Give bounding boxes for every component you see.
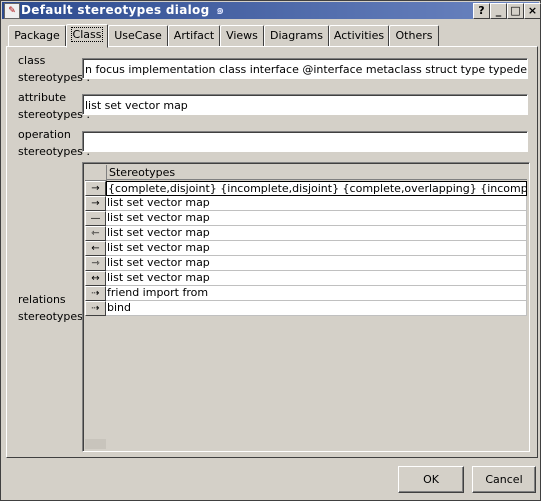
window-title: Default stereotypes dialog <box>21 3 210 17</box>
table-corner <box>85 165 107 181</box>
close-button[interactable]: × <box>524 3 541 19</box>
generalisation-arrow-icon[interactable]: → <box>85 181 106 196</box>
table-row[interactable]: friend import from <box>106 286 527 301</box>
operation-stereotypes-label: operation stereotypes : <box>18 126 90 160</box>
table-row[interactable]: bind <box>106 301 527 316</box>
tab-views[interactable]: Views <box>220 25 264 47</box>
class-stereotypes-label: class stereotypes : <box>18 52 90 86</box>
association-icon[interactable]: — <box>85 211 106 226</box>
realization-icon[interactable]: ⇢ <box>85 301 106 316</box>
relations-label-line1: relations <box>18 293 66 306</box>
table-row[interactable]: list set vector map <box>106 226 527 241</box>
composition-icon[interactable]: ← <box>85 241 106 256</box>
app-icon: ✎ <box>4 3 20 19</box>
tab-diagrams[interactable]: Diagrams <box>264 25 329 47</box>
operation-label-line1: operation <box>18 128 71 141</box>
table-empty-area <box>106 316 527 449</box>
operation-label-line2: stereotypes : <box>18 145 91 158</box>
maximize-button[interactable]: □ <box>507 3 524 19</box>
dialog-window: ✎ Default stereotypes dialog ๑ ? _ □ × P… <box>0 0 541 501</box>
tab-others-label: Others <box>395 29 433 42</box>
tab-activities-label: Activities <box>333 29 385 42</box>
tab-views-label: Views <box>226 29 258 42</box>
table-row[interactable]: {complete,disjoint} {incomplete,disjoint… <box>106 181 527 196</box>
tab-usecase-label: UseCase <box>114 29 162 42</box>
minimize-button[interactable]: _ <box>490 3 507 19</box>
bidirectional-association-icon[interactable]: ↔ <box>85 271 106 286</box>
directional-aggregation-icon[interactable]: ⇾ <box>85 256 106 271</box>
cancel-button[interactable]: Cancel <box>472 466 536 493</box>
ok-button[interactable]: OK <box>398 466 464 493</box>
tab-artifact[interactable]: Artifact <box>168 25 220 47</box>
table-gutter-empty <box>85 439 106 449</box>
class-label-line1: class <box>18 54 46 67</box>
swirl-icon: ๑ <box>216 3 225 18</box>
attribute-stereotypes-input[interactable]: list set vector map <box>82 94 528 115</box>
operation-stereotypes-input[interactable] <box>82 131 528 152</box>
attribute-label-line2: stereotypes : <box>18 108 91 121</box>
title-bar[interactable]: ✎ Default stereotypes dialog ๑ ? _ □ × <box>2 2 541 19</box>
tab-class-label: Class <box>70 27 104 42</box>
tab-artifact-label: Artifact <box>173 29 215 42</box>
tab-package-label: Package <box>14 29 60 42</box>
directional-association-icon[interactable]: → <box>85 196 106 211</box>
table-row[interactable]: list set vector map <box>106 271 527 286</box>
class-tab-panel: class stereotypes : n focus implementati… <box>6 46 538 458</box>
table-row[interactable]: list set vector map <box>106 256 527 271</box>
tab-others[interactable]: Others <box>389 25 439 47</box>
attribute-stereotypes-label: attribute stereotypes : <box>18 89 90 123</box>
help-button[interactable]: ? <box>473 3 490 19</box>
class-label-line2: stereotypes : <box>18 71 91 84</box>
table-row[interactable]: list set vector map <box>106 241 527 256</box>
table-row[interactable]: list set vector map <box>106 196 527 211</box>
aggregation-icon[interactable]: ⇽ <box>85 226 106 241</box>
tab-usecase[interactable]: UseCase <box>108 25 168 47</box>
relations-stereotypes-label: relations stereotypes : <box>18 291 90 325</box>
column-header-stereotypes[interactable]: Stereotypes <box>107 165 527 180</box>
relations-stereotypes-table[interactable]: Stereotypes → {complete,disjoint} {incom… <box>82 162 530 452</box>
tab-class[interactable]: Class <box>66 24 108 48</box>
class-stereotypes-input[interactable]: n focus implementation class interface @… <box>82 58 528 79</box>
attribute-label-line1: attribute <box>18 91 66 104</box>
dependency-icon[interactable]: ⇢ <box>85 286 106 301</box>
tab-package[interactable]: Package <box>8 25 66 47</box>
tab-activities[interactable]: Activities <box>329 25 389 47</box>
table-row[interactable]: list set vector map <box>106 211 527 226</box>
tab-diagrams-label: Diagrams <box>270 29 323 42</box>
relations-label-line2: stereotypes : <box>18 310 91 323</box>
